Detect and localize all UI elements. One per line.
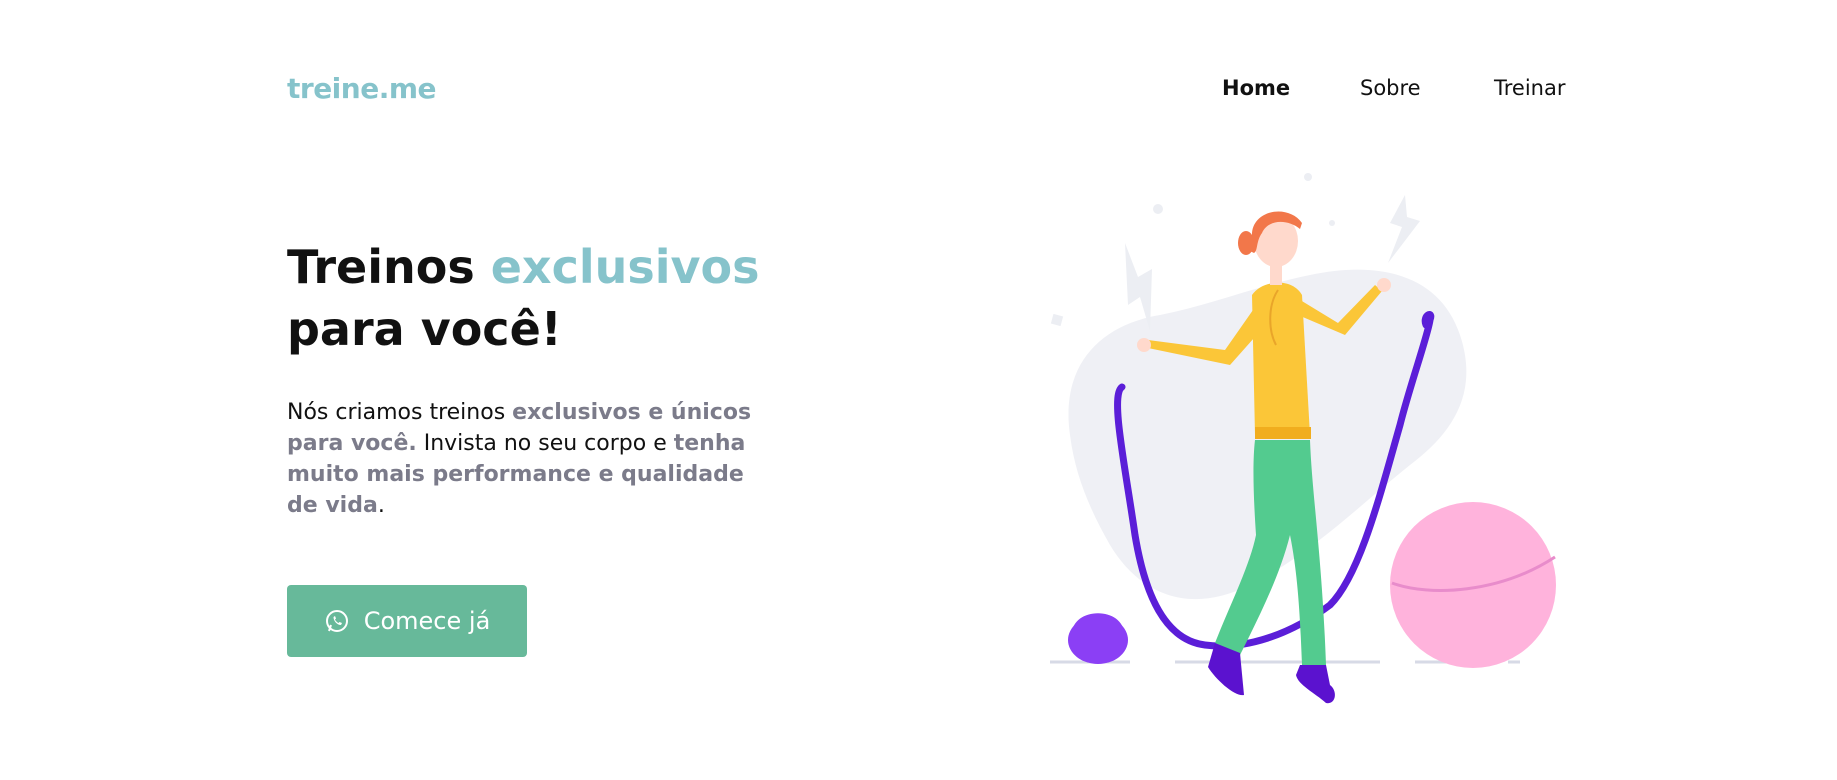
hero-title-accent: exclusivos <box>490 240 760 294</box>
hero-text-5: . <box>377 493 385 518</box>
nav-link-home[interactable]: Home <box>1222 76 1290 100</box>
lightning-right <box>1388 195 1420 263</box>
sparkle-dot <box>1304 173 1312 181</box>
hero-title-part2: para você! <box>287 302 562 356</box>
start-now-label: Comece já <box>363 607 491 635</box>
hero-description: Nós criamos treinos exclusivos e únicos … <box>287 397 767 521</box>
start-now-button[interactable]: Comece já <box>287 585 527 657</box>
hero-text-1: Nós criamos treinos <box>287 400 513 425</box>
hero-text-3: Invista no seu corpo e <box>416 431 674 456</box>
sparkle-dot <box>1329 220 1335 226</box>
lightning-left <box>1125 243 1152 331</box>
hero-title: Treinos exclusivos para você! <box>287 236 847 360</box>
hero-title-part1: Treinos <box>287 240 491 294</box>
sparkle-dot <box>1050 313 1064 327</box>
figure-hand-left <box>1137 338 1151 352</box>
exercise-ball <box>1390 502 1556 668</box>
nav-link-sobre[interactable]: Sobre <box>1360 76 1421 100</box>
jump-rope-illustration <box>1050 173 1556 704</box>
main-nav: Home Sobre Treinar <box>0 76 1837 116</box>
nav-link-treinar[interactable]: Treinar <box>1494 76 1565 100</box>
sparkle-dot <box>1153 204 1163 214</box>
figure-shoe-right <box>1296 665 1335 704</box>
figure-hand-right <box>1377 278 1391 292</box>
figure-torso <box>1252 282 1310 435</box>
kettlebell <box>1068 613 1128 664</box>
whatsapp-icon <box>324 608 350 634</box>
